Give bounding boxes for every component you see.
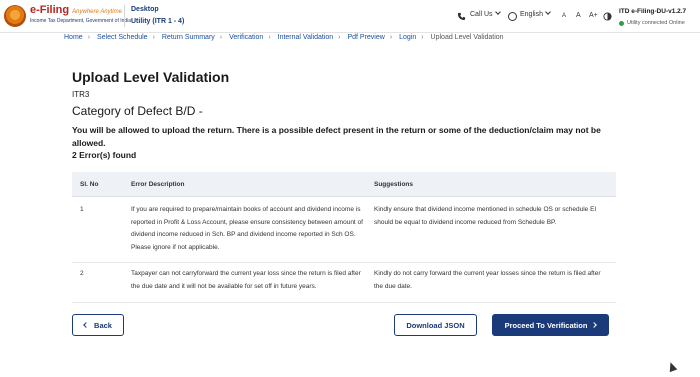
language-select[interactable]: English bbox=[520, 9, 551, 18]
connection-status: Utility connected Online bbox=[627, 20, 685, 26]
breadcrumb-internal-validation[interactable]: Internal Validation bbox=[278, 34, 334, 41]
language-label: English bbox=[520, 11, 543, 18]
breadcrumb-verification[interactable]: Verification bbox=[229, 34, 263, 41]
call-us-menu[interactable]: Call Us bbox=[470, 9, 501, 18]
header-suggestions: Suggestions bbox=[374, 181, 414, 188]
form-name: ITR3 bbox=[72, 90, 90, 99]
row-sl-no: 2 bbox=[80, 270, 84, 277]
errors-table: Sl. No Error Description Suggestions 1 I… bbox=[72, 172, 616, 303]
font-reset-button[interactable]: A bbox=[576, 12, 581, 19]
table-row: 2 Taxpayer can not carryforward the curr… bbox=[72, 263, 616, 303]
app-header: e-Filing Anywhere Anytime Income Tax Dep… bbox=[0, 0, 700, 33]
breadcrumb-return-summary[interactable]: Return Summary bbox=[162, 34, 215, 41]
app-name: Desktop bbox=[131, 6, 159, 13]
back-button[interactable]: Back bbox=[72, 314, 124, 336]
row-error-description: Taxpayer can not carryforward the curren… bbox=[131, 270, 361, 290]
call-us-label: Call Us bbox=[470, 11, 493, 18]
error-count: 2 Error(s) found bbox=[72, 150, 137, 160]
download-json-button[interactable]: Download JSON bbox=[394, 314, 477, 336]
chevron-down-icon bbox=[494, 9, 501, 15]
version-label: ITD e-Filing-DU-v1.2.7 bbox=[619, 8, 687, 15]
proceed-button-label: Proceed To Verification bbox=[504, 320, 588, 330]
font-decrease-button[interactable]: A bbox=[562, 13, 566, 19]
chevron-down-icon bbox=[545, 9, 551, 15]
breadcrumb-select-schedule[interactable]: Select Schedule bbox=[97, 34, 148, 41]
globe-icon bbox=[508, 12, 517, 21]
logo-tagline: Anywhere Anytime bbox=[72, 9, 122, 15]
breadcrumb: Home › Select Schedule › Return Summary › V… bbox=[64, 34, 504, 41]
defect-category: Category of Defect B/D - bbox=[72, 104, 203, 118]
font-increase-button[interactable]: A+ bbox=[589, 12, 598, 19]
chevron-left-icon bbox=[83, 322, 89, 328]
table-row: 1 If you are required to prepare/maintai… bbox=[72, 197, 616, 263]
header-divider bbox=[124, 5, 125, 27]
row-suggestion: Kindly ensure that dividend income menti… bbox=[374, 206, 597, 226]
breadcrumb-current: Upload Level Validation bbox=[430, 34, 504, 41]
breadcrumb-home[interactable]: Home bbox=[64, 34, 83, 41]
validation-message: You will be allowed to upload the return… bbox=[72, 125, 601, 148]
page-title: Upload Level Validation bbox=[72, 69, 230, 85]
logo-title: e-Filing bbox=[30, 4, 70, 16]
back-button-label: Back bbox=[94, 320, 112, 330]
emblem-logo bbox=[4, 5, 26, 27]
app-variant: Utility (ITR 1 - 4) bbox=[131, 18, 185, 25]
mouse-cursor-icon bbox=[666, 360, 678, 373]
row-sl-no: 1 bbox=[80, 206, 84, 213]
row-suggestion: Kindly do not carry forward the current … bbox=[374, 270, 601, 290]
phone-icon bbox=[457, 12, 466, 21]
header-error-description: Error Description bbox=[131, 181, 185, 188]
header-sl-no: Sl. No bbox=[80, 181, 99, 188]
proceed-to-verification-button[interactable]: Proceed To Verification bbox=[492, 314, 609, 336]
table-header: Sl. No Error Description Suggestions bbox=[72, 172, 616, 197]
efiling-logo[interactable]: e-Filing Anywhere Anytime Income Tax Dep… bbox=[4, 3, 131, 31]
logo-subtitle: Income Tax Department, Government of Ind… bbox=[30, 18, 132, 24]
chevron-right-icon bbox=[591, 322, 598, 328]
online-status-dot bbox=[619, 21, 624, 26]
row-error-description: If you are required to prepare/maintain … bbox=[131, 206, 363, 251]
contrast-icon[interactable] bbox=[603, 12, 612, 21]
breadcrumb-login[interactable]: Login bbox=[399, 34, 416, 41]
breadcrumb-pdf-preview[interactable]: Pdf Preview bbox=[347, 34, 384, 41]
